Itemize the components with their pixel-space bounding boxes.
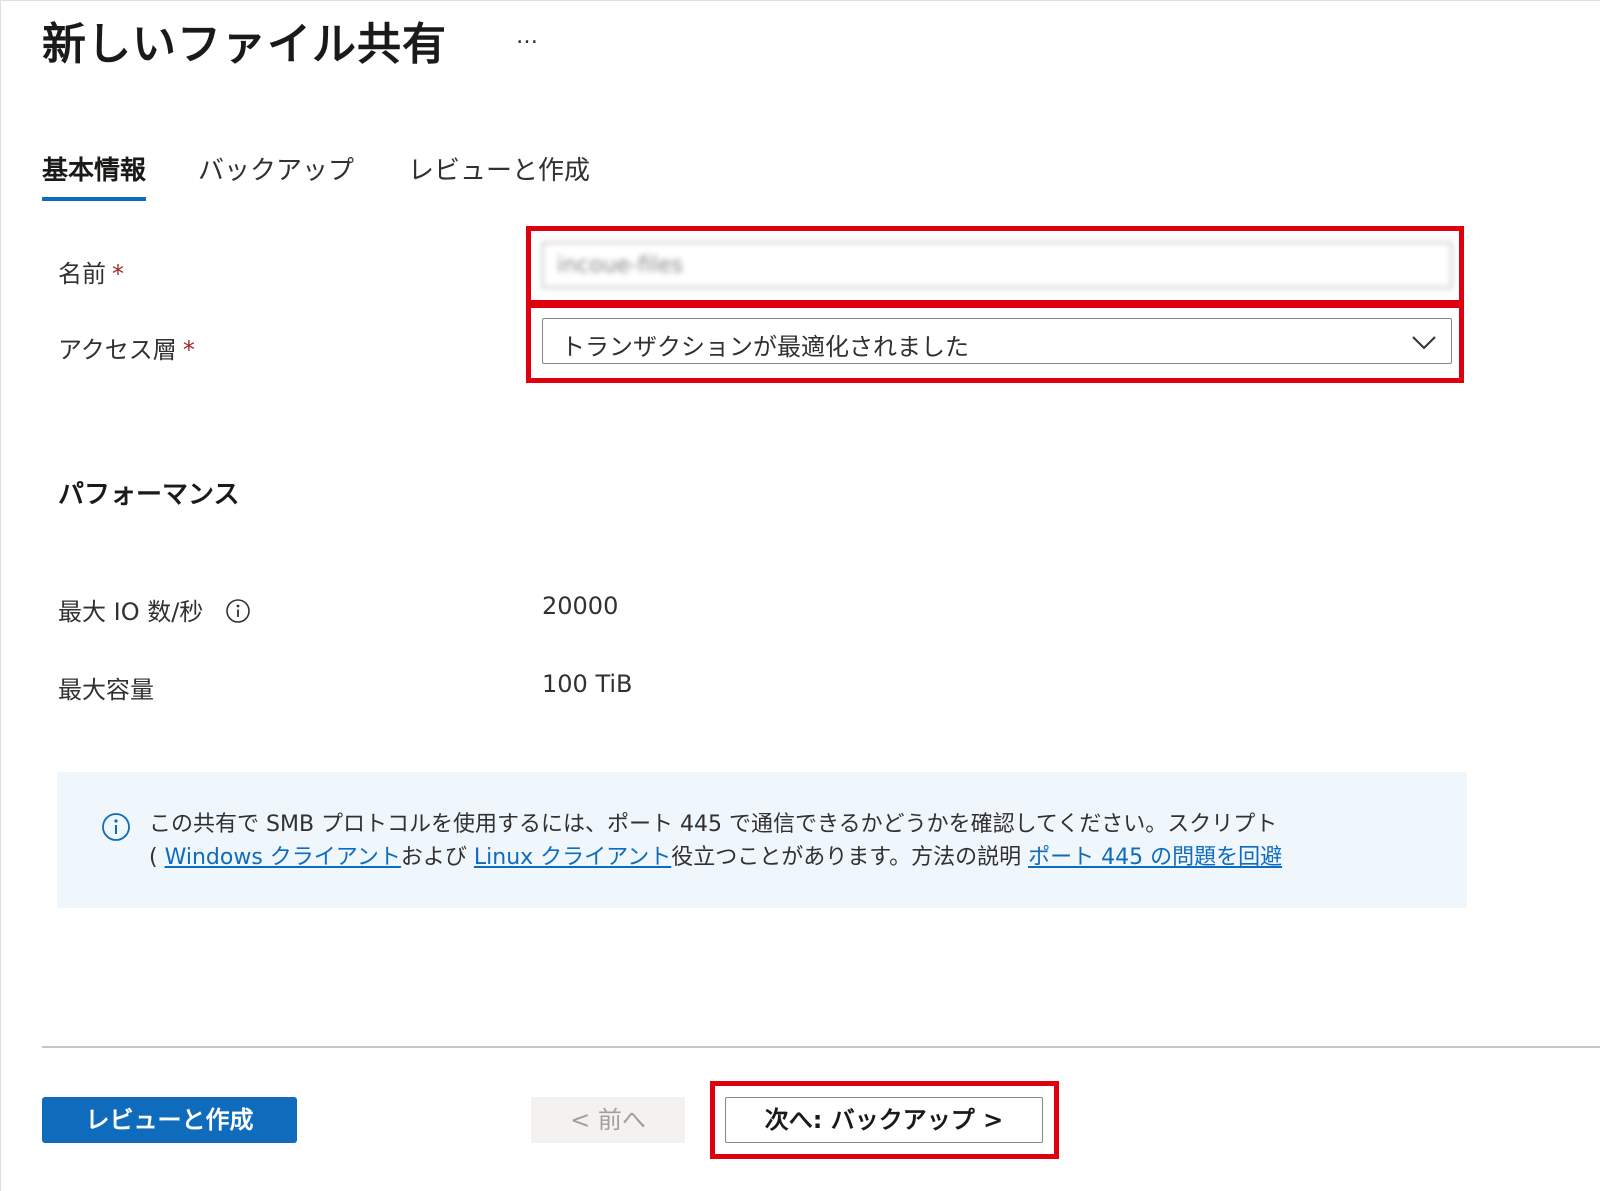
window-top-border [0,0,1600,1]
port-445-troubleshoot-link[interactable]: ポート 445 の問題を回避 [1028,845,1282,870]
info-circle-icon [102,813,130,841]
max-iops-value: 20000 [542,592,619,620]
access-tier-select[interactable]: トランザクションが最適化されました [542,318,1452,364]
page-title: 新しいファイル共有 [42,19,447,70]
banner-text-4: 役立つことがあります。方法の説明 [671,845,1029,870]
banner-text-1: この共有で SMB プロトコルを使用するには、ポート 445 で通信できるかどう… [149,812,1278,837]
banner-text-3: および [400,845,474,870]
previous-button[interactable]: < 前へ [531,1097,685,1143]
access-tier-label: アクセス層 * [58,330,195,365]
info-circle-icon[interactable] [225,598,251,624]
next-backup-button[interactable]: 次へ: バックアップ > [725,1097,1043,1143]
required-marker: * [182,336,195,364]
name-label: 名前 * [58,254,124,289]
smb-info-banner: この共有で SMB プロトコルを使用するには、ポート 445 で通信できるかどう… [57,772,1467,908]
access-tier-label-text: アクセス層 [58,336,177,364]
footer-divider [42,1046,1600,1048]
review-create-button[interactable]: レビューと作成 [42,1097,297,1143]
tab-bar: 基本情報 バックアップ レビューと作成 [42,150,842,206]
more-options-button[interactable]: … [516,24,540,49]
linux-client-link[interactable]: Linux クライアント [474,845,671,870]
tab-backup[interactable]: バックアップ [198,150,354,201]
banner-message: この共有で SMB プロトコルを使用するには、ポート 445 で通信できるかどう… [149,808,1439,874]
access-tier-value: トランザクションが最適化されました [561,333,969,361]
tab-basics[interactable]: 基本情報 [42,150,147,201]
max-capacity-value: 100 TiB [542,670,633,698]
chevron-down-icon [1412,336,1436,350]
name-label-text: 名前 [58,260,106,288]
banner-text-2: ( [149,845,165,870]
max-iops-label-text: 最大 IO 数/秒 [58,598,204,626]
required-marker: * [112,260,124,288]
performance-heading: パフォーマンス [58,480,240,510]
windows-client-link[interactable]: Windows クライアント [165,845,401,870]
window-left-border [0,0,1,1191]
tab-review-create[interactable]: レビューと作成 [408,150,590,201]
max-iops-label: 最大 IO 数/秒 [58,592,251,627]
max-capacity-label: 最大容量 [58,676,154,704]
name-input[interactable] [542,242,1452,288]
